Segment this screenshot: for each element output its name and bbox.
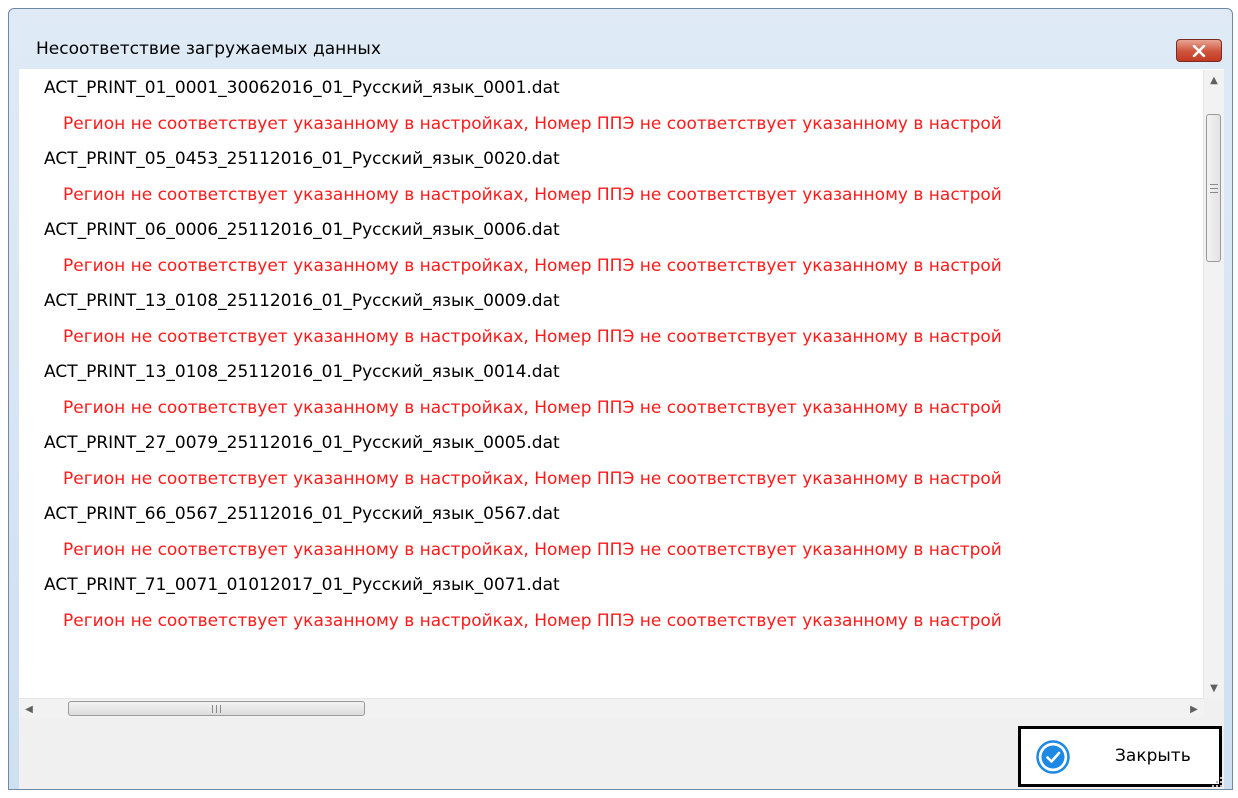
- list-item-error: Регион не соответствует указанному в нас…: [63, 611, 1002, 631]
- list-item-error: Регион не соответствует указанному в нас…: [63, 398, 1002, 418]
- check-circle-icon: [1036, 740, 1070, 774]
- resize-grip-icon[interactable]: [1210, 775, 1222, 787]
- horizontal-scroll-thumb[interactable]: [68, 701, 365, 716]
- list-item-error: Регион не соответствует указанному в нас…: [63, 327, 1002, 347]
- horizontal-scrollbar[interactable]: ◀ ▶: [19, 698, 1204, 718]
- close-icon: [1192, 44, 1206, 57]
- grip-icon: [212, 704, 221, 713]
- mismatch-list[interactable]: ACT_PRINT_01_0001_30062016_01_Русский_яз…: [19, 69, 1224, 718]
- list-item-file[interactable]: ACT_PRINT_27_0079_25112016_01_Русский_яз…: [44, 425, 560, 461]
- scroll-down-arrow-icon[interactable]: ▼: [1204, 678, 1224, 698]
- vertical-scrollbar[interactable]: ▲ ▼: [1203, 70, 1224, 698]
- list-item-error: Регион не соответствует указанному в нас…: [63, 540, 1002, 560]
- title-bar[interactable]: Несоответствие загружаемых данных: [9, 9, 1232, 69]
- list-item-error: Регион не соответствует указанному в нас…: [63, 256, 1002, 276]
- scroll-left-arrow-icon[interactable]: ◀: [19, 699, 39, 718]
- list-item-file[interactable]: ACT_PRINT_05_0453_25112016_01_Русский_яз…: [44, 141, 560, 177]
- dialog-body: ACT_PRINT_01_0001_30062016_01_Русский_яз…: [19, 69, 1224, 789]
- list-item-error: Регион не соответствует указанному в нас…: [63, 185, 1002, 205]
- mismatch-list-content: ACT_PRINT_01_0001_30062016_01_Русский_яз…: [19, 70, 1204, 698]
- list-item-file[interactable]: ACT_PRINT_01_0001_30062016_01_Русский_яз…: [44, 70, 560, 106]
- scrollbar-corner: [1204, 698, 1224, 718]
- close-button-label: Закрыть: [1115, 746, 1191, 766]
- vertical-scroll-thumb[interactable]: [1206, 114, 1221, 262]
- list-item-file[interactable]: ACT_PRINT_06_0006_25112016_01_Русский_яз…: [44, 212, 560, 248]
- mismatch-dialog: Несоответствие загружаемых данных ACT_PR…: [8, 8, 1233, 790]
- window-title: Несоответствие загружаемых данных: [36, 39, 381, 59]
- list-item-error: Регион не соответствует указанному в нас…: [63, 114, 1002, 134]
- list-item-file[interactable]: ACT_PRINT_66_0567_25112016_01_Русский_яз…: [44, 496, 560, 532]
- scroll-up-arrow-icon[interactable]: ▲: [1204, 70, 1224, 90]
- scroll-right-arrow-icon[interactable]: ▶: [1184, 699, 1204, 718]
- close-dialog-button[interactable]: Закрыть: [1018, 726, 1222, 787]
- list-item-error: Регион не соответствует указанному в нас…: [63, 469, 1002, 489]
- list-item-file[interactable]: ACT_PRINT_13_0108_25112016_01_Русский_яз…: [44, 283, 560, 319]
- list-item-file[interactable]: ACT_PRINT_71_0071_01012017_01_Русский_яз…: [44, 567, 560, 603]
- grip-icon: [1209, 183, 1218, 193]
- window-close-button[interactable]: [1176, 39, 1222, 62]
- list-item-file[interactable]: ACT_PRINT_13_0108_25112016_01_Русский_яз…: [44, 354, 560, 390]
